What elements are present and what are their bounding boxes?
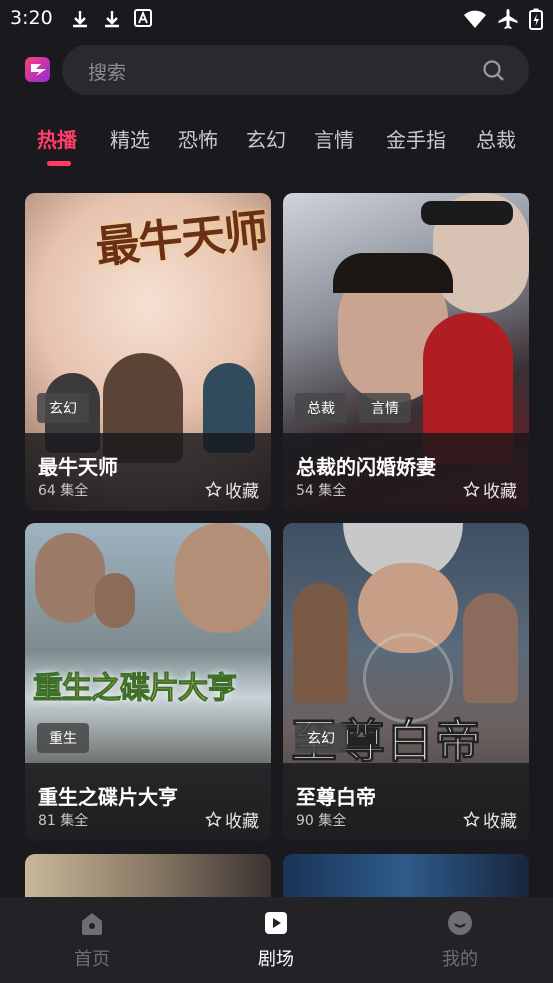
download-icon (73, 11, 87, 28)
active-tab-indicator (47, 161, 71, 166)
theater-icon (265, 912, 287, 934)
episode-count: 54 集全 (296, 483, 347, 499)
home-icon (82, 913, 102, 935)
tab-hot[interactable]: 热播 (37, 124, 77, 153)
search-icon[interactable] (483, 60, 505, 82)
poster-title-text: 重生之碟片大亨 (33, 671, 238, 707)
poster-title-text: 最牛天师 (93, 205, 270, 274)
search-bar[interactable]: 搜索 (62, 45, 529, 95)
card-title: 总裁的闪婚娇妻 (296, 455, 436, 479)
battery-icon (529, 8, 543, 30)
tab-romance[interactable]: 言情 (314, 124, 354, 153)
episode-count: 90 集全 (296, 813, 347, 829)
card-title: 最牛天师 (38, 455, 118, 479)
genre-tags: 总裁 言情 (295, 393, 411, 423)
star-icon (205, 811, 222, 827)
wifi-icon (464, 10, 486, 28)
status-bar: 3:20 (0, 0, 553, 38)
favorite-label: 收藏 (483, 482, 517, 502)
status-time: 3:20 (10, 7, 53, 29)
nav-label: 我的 (442, 949, 478, 970)
favorite-label: 收藏 (225, 482, 259, 502)
genre-tag[interactable]: 言情 (359, 393, 411, 423)
drama-card[interactable]: 至尊白帝 玄幻 至尊白帝 90 集全 收藏 (283, 523, 529, 841)
download-icon (105, 11, 119, 28)
play-logo-icon (31, 64, 46, 76)
nav-label: 首页 (74, 949, 110, 970)
profile-icon (448, 911, 472, 935)
genre-tags: 重生 (37, 723, 89, 753)
star-icon (463, 811, 480, 827)
favorite-button[interactable]: 收藏 (463, 477, 517, 502)
tab-golden-finger[interactable]: 金手指 (386, 124, 446, 153)
tab-ceo[interactable]: 总裁 (476, 124, 516, 153)
card-title: 重生之碟片大亨 (38, 785, 178, 809)
tab-featured[interactable]: 精选 (110, 124, 150, 153)
airplane-icon (498, 9, 518, 29)
nav-label: 剧场 (258, 949, 294, 970)
favorite-label: 收藏 (483, 812, 517, 832)
star-icon (463, 481, 480, 497)
star-icon (205, 481, 222, 497)
episode-count: 81 集全 (38, 813, 89, 829)
search-placeholder: 搜索 (88, 62, 127, 84)
favorite-button[interactable]: 收藏 (463, 807, 517, 832)
card-title: 至尊白帝 (296, 785, 376, 809)
drama-card[interactable]: 最牛天师 玄幻 最牛天师 64 集全 收藏 (25, 193, 271, 511)
genre-tag[interactable]: 玄幻 (295, 723, 347, 753)
genre-tags: 玄幻 (37, 393, 89, 423)
category-tabs: 热播 精选 恐怖 玄幻 言情 金手指 总裁 (0, 124, 553, 170)
genre-tags: 玄幻 (295, 723, 347, 753)
favorite-label: 收藏 (225, 812, 259, 832)
genre-tag[interactable]: 玄幻 (37, 393, 89, 423)
bottom-navigation: 首页 剧场 我的 (0, 897, 553, 983)
favorite-button[interactable]: 收藏 (205, 477, 259, 502)
drama-card[interactable]: 重生之碟片大亨 重生 重生之碟片大亨 81 集全 收藏 (25, 523, 271, 841)
episode-count: 64 集全 (38, 483, 89, 499)
drama-card[interactable]: 总裁 言情 总裁的闪婚娇妻 54 集全 收藏 (283, 193, 529, 511)
app-logo (25, 57, 50, 82)
favorite-button[interactable]: 收藏 (205, 807, 259, 832)
genre-tag[interactable]: 总裁 (295, 393, 347, 423)
nav-home[interactable]: 首页 (32, 909, 152, 971)
tab-horror[interactable]: 恐怖 (178, 124, 218, 153)
nav-theater[interactable]: 剧场 (216, 909, 336, 971)
font-icon (134, 9, 152, 27)
genre-tag[interactable]: 重生 (37, 723, 89, 753)
nav-profile[interactable]: 我的 (400, 909, 520, 971)
tab-fantasy[interactable]: 玄幻 (246, 124, 286, 153)
